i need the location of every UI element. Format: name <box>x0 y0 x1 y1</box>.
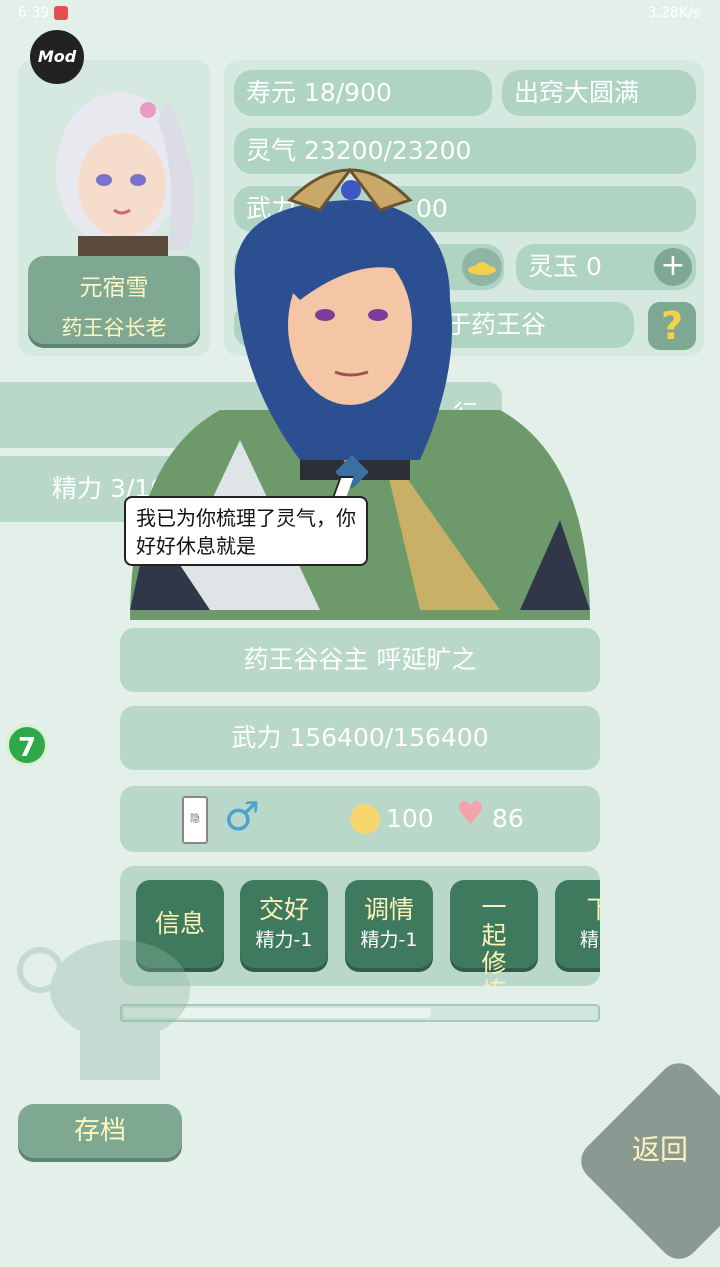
action-bar: 信息 交好精力-1 调情精力-1 一起修炼 下精力 <box>120 866 600 986</box>
add-jade-button[interactable]: + <box>654 248 692 286</box>
mood-value: 100 <box>386 804 434 833</box>
save-button[interactable]: 存档 <box>18 1104 182 1158</box>
befriend-button-label: 交好 <box>258 895 309 924</box>
befriend-button[interactable]: 交好精力-1 <box>240 880 328 968</box>
realm-stat: 出窍大圆满 <box>502 70 696 116</box>
action-scrollbar[interactable] <box>120 1004 600 1022</box>
speech-bubble: 我已为你梳理了灵气，你好好休息就是 <box>124 496 368 566</box>
male-gender-icon: ♂ <box>224 794 260 840</box>
npc-name-row: 药王谷谷主 呼延旷之 <box>120 628 600 692</box>
npc-force-row: 武力 156400/156400 <box>120 706 600 770</box>
hidden-card-label: 隐 <box>190 814 200 825</box>
mood-icon <box>350 804 380 834</box>
heart-icon: ♥ <box>456 794 485 832</box>
notification-icon <box>54 6 68 20</box>
back-button[interactable]: 返回 <box>632 1128 688 1168</box>
next-action-button-cost: 精力 <box>579 929 600 951</box>
cultivate-together-button[interactable]: 一起修炼 <box>450 880 538 986</box>
help-button[interactable]: ? <box>648 302 696 350</box>
side-badge[interactable]: 7 <box>6 724 48 766</box>
mod-badge[interactable]: Mod <box>30 30 84 84</box>
lifespan-stat: 寿元 18/900 <box>234 70 492 116</box>
next-action-button[interactable]: 下精力 <box>555 880 600 968</box>
flirt-button-label: 调情 <box>363 895 414 924</box>
next-action-button-label: 下 <box>586 895 600 924</box>
flirt-button-cost: 精力-1 <box>360 929 418 951</box>
befriend-button-cost: 精力-1 <box>255 929 313 951</box>
affection-value: 86 <box>492 804 524 833</box>
cultivate-together-button-label: 一起修炼 <box>481 893 507 987</box>
status-bar: 6:39 3.28K/s <box>0 0 720 28</box>
flirt-button[interactable]: 调情精力-1 <box>345 880 433 968</box>
clock: 6:39 <box>18 5 50 21</box>
decorative-urn <box>17 940 190 1080</box>
network-speed: 3.28K/s <box>647 5 700 21</box>
hidden-card-icon[interactable]: 隐 <box>182 796 208 844</box>
npc-attributes-row: 隐 ♂ 100 ♥ 86 <box>120 786 600 852</box>
